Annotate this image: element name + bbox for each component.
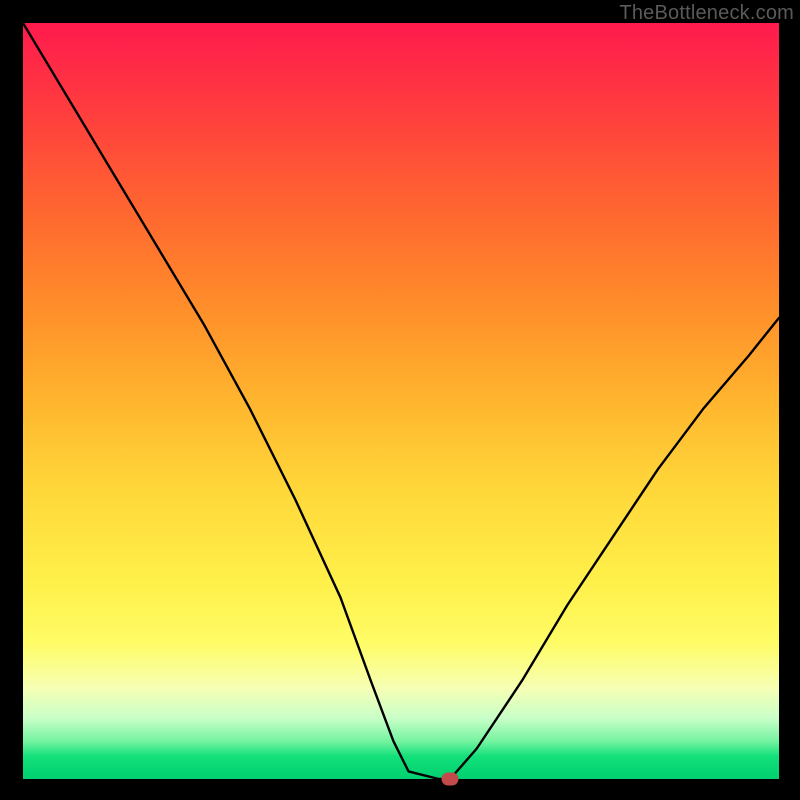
watermark-text: TheBottleneck.com (619, 2, 794, 25)
minimum-marker (442, 773, 459, 786)
curve-path (23, 23, 779, 779)
plot-area (23, 23, 779, 779)
chart-stage: TheBottleneck.com (0, 0, 800, 800)
bottleneck-curve (23, 23, 779, 779)
